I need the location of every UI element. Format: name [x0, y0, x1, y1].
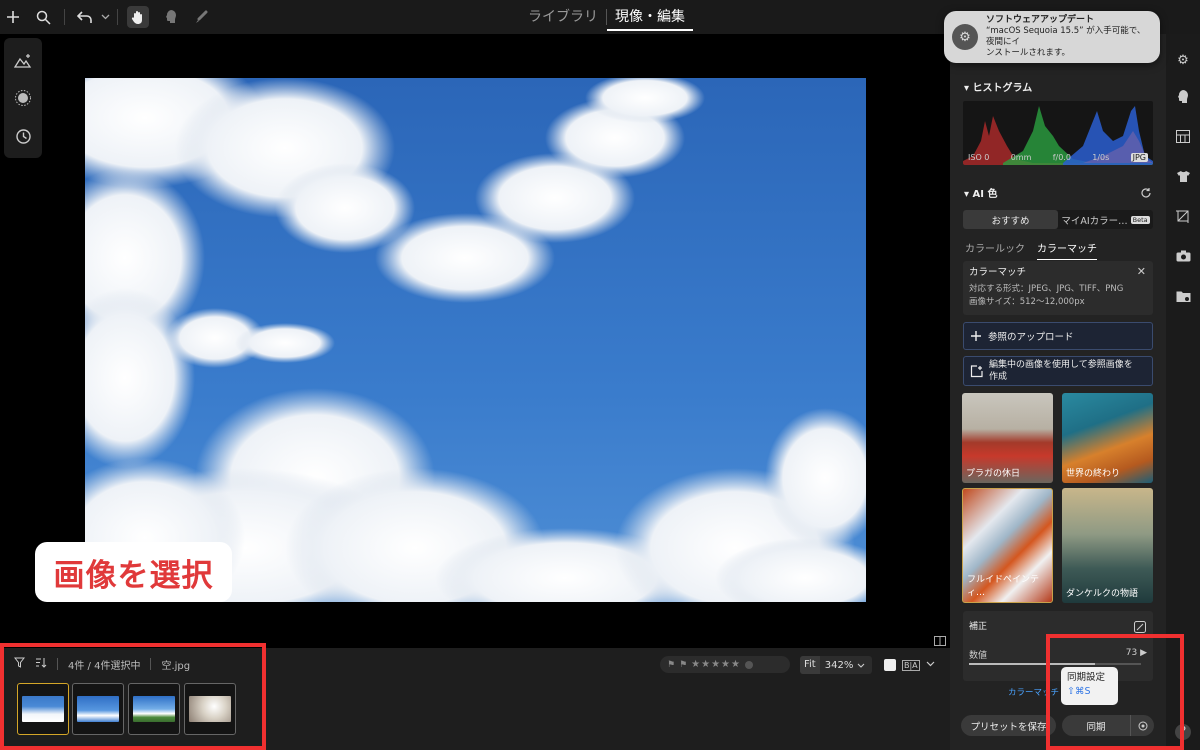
info-size: 画像サイズ：512〜12,000px [969, 297, 1085, 307]
reject-flag-icon[interactable]: ⚑ [679, 660, 687, 670]
save-preset-button[interactable]: プリセットを保存 [961, 715, 1056, 736]
notification-title: ソフトウェアアップデート [986, 15, 1095, 25]
create-label-line1: 編集中の画像を使用して参照画像を [989, 360, 1133, 370]
shirt-icon[interactable] [1175, 168, 1191, 184]
preset-label: 世界の終わり [1066, 469, 1121, 479]
portrait-icon[interactable] [1175, 88, 1191, 104]
brush-icon[interactable] [190, 6, 212, 28]
create-reference-button[interactable]: 編集中の画像を使用して参照画像を 作成 [963, 356, 1153, 386]
zoom-level: 342% [824, 659, 854, 671]
system-notification[interactable]: ⚙ ソフトウェアアップデート “macOS Sequoia 15.5” が入手可… [944, 11, 1160, 63]
camera-icon[interactable] [1175, 248, 1191, 264]
circle-sparkle-icon[interactable] [12, 87, 34, 109]
ai-color-header[interactable]: ▾ AI 色 [964, 185, 997, 200]
color-label-icon[interactable] [744, 660, 753, 669]
search-icon[interactable] [32, 6, 54, 28]
create-label-line2: 作成 [989, 372, 1008, 382]
chevron-down-icon[interactable] [94, 6, 116, 28]
history-icon[interactable] [12, 125, 34, 147]
preset-label: プラガの休日 [966, 469, 1021, 479]
view-mode-buttons: B|A [884, 656, 942, 674]
segment-my-ai-color[interactable]: マイAIカラー… Beta [1058, 210, 1153, 229]
folder-settings-icon[interactable] [1175, 288, 1191, 304]
upload-reference-button[interactable]: 参照のアップロード [963, 322, 1153, 350]
ai-color-segment: おすすめ マイAIカラー… Beta [963, 210, 1153, 229]
plus-icon [971, 331, 981, 341]
preset-tile-3[interactable]: フルイドペインティ… [962, 488, 1053, 603]
undo-icon[interactable] [74, 6, 96, 28]
mode-tabs: ライブラリ 現像・編集 [520, 0, 693, 34]
settings-icon[interactable]: ⚙ [1175, 52, 1191, 68]
single-view-icon[interactable] [884, 659, 896, 671]
chevron-down-icon[interactable] [853, 660, 865, 671]
preset-tile-1[interactable]: プラガの休日 [962, 393, 1053, 483]
plus-icon[interactable] [2, 6, 24, 28]
annotation-text: 画像を選択 [53, 557, 214, 594]
close-icon[interactable]: ✕ [1137, 265, 1146, 278]
histogram-title: ヒストグラム [972, 83, 1033, 94]
notification-body-1: “macOS Sequoia 15.5” が入手可能で、夜間にイ [986, 26, 1146, 47]
crop-icon[interactable] [1175, 208, 1191, 224]
format-badge: JPG [1130, 153, 1148, 162]
ai-color-title: AI 色 [972, 189, 998, 200]
upload-label: 参照のアップロード [988, 332, 1074, 343]
face-icon[interactable] [160, 6, 182, 28]
notification-body-2: ンストールされます。 [986, 48, 1070, 58]
color-match-info: カラーマッチ 対応する形式：JPEG、JPG、TIFF、PNG 画像サイズ：51… [963, 261, 1153, 315]
preset-label: フルイドペインティ… [967, 575, 1040, 598]
zoom-control[interactable]: Fit 342% [800, 656, 872, 674]
rating-bar[interactable]: ⚑ ⚑ ★★★★★ [660, 656, 790, 673]
tab-color-look[interactable]: カラールック [965, 240, 1025, 260]
panel-toggle-icon[interactable] [934, 631, 946, 646]
chevron-down-icon[interactable] [926, 660, 935, 670]
beta-badge: Beta [1130, 215, 1150, 224]
hand-icon[interactable] [127, 6, 149, 28]
histogram-header[interactable]: ▾ ヒストグラム [964, 79, 1032, 94]
aperture-value: f/0.0 [1052, 153, 1071, 162]
highlight-box-filmstrip [0, 643, 266, 750]
shutter-value: 1/0s [1092, 153, 1110, 162]
image-plus-icon [970, 364, 983, 377]
annotation-label: 画像を選択 [35, 542, 232, 602]
photo-canvas[interactable] [85, 78, 866, 602]
preset-label: ダンケルクの物語 [1066, 589, 1139, 599]
preset-tile-4[interactable]: ダンケルクの物語 [1062, 488, 1153, 603]
star-rating-icon[interactable]: ★★★★★ [691, 659, 741, 670]
adjust-title: 補正 [969, 622, 988, 632]
segment-recommended[interactable]: おすすめ [963, 210, 1058, 229]
focal-value: 0mm [1010, 153, 1032, 162]
flag-icon[interactable]: ⚑ [667, 660, 675, 670]
landscape-sparkle-icon[interactable] [12, 50, 34, 72]
amount-label: 数値 [969, 651, 988, 661]
info-formats: 対応する形式：JPEG、JPG、TIFF、PNG [969, 284, 1124, 294]
fit-button[interactable]: Fit [800, 656, 820, 674]
settings-gear-icon: ⚙ [952, 24, 978, 50]
color-subtabs: カラールック カラーマッチ [965, 240, 1097, 260]
grid-icon[interactable] [1175, 128, 1191, 144]
tab-color-match[interactable]: カラーマッチ [1037, 240, 1097, 260]
histogram-exif: ISO 0 0mm f/0.0 1/0s JPG [968, 153, 1148, 162]
preset-tile-2[interactable]: 世界の終わり [1062, 393, 1153, 483]
reset-icon[interactable] [1140, 184, 1152, 198]
tab-library[interactable]: ライブラリ [520, 0, 606, 34]
left-tool-panel [4, 38, 42, 158]
info-title: カラーマッチ [969, 267, 1027, 278]
iso-value: ISO 0 [968, 153, 990, 162]
compare-view-icon[interactable]: B|A [902, 659, 920, 671]
tab-develop[interactable]: 現像・編集 [607, 0, 693, 31]
highlight-box-sync [1046, 634, 1184, 750]
